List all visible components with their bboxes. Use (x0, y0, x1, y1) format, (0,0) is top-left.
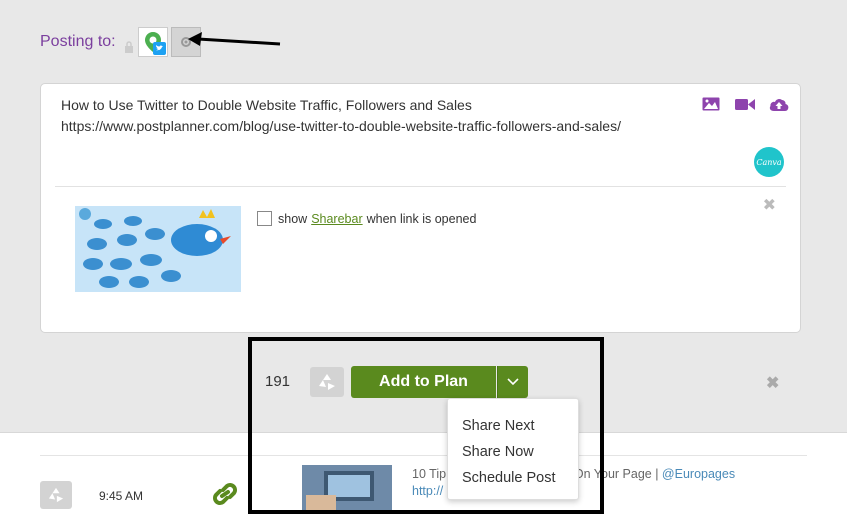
sharebar-checkbox[interactable] (257, 211, 272, 226)
post-text-area[interactable]: How to Use Twitter to Double Website Tra… (61, 95, 621, 137)
post-composer[interactable]: How to Use Twitter to Double Website Tra… (40, 83, 801, 333)
scheduled-source-link[interactable]: @Europages (662, 467, 735, 481)
link-preview-image (75, 206, 241, 292)
scheduled-recycle-button[interactable] (40, 481, 72, 509)
sharebar-suffix: when link is opened (366, 211, 477, 226)
link-icon (211, 481, 239, 512)
posting-to-label: Posting to: (40, 33, 116, 50)
scheduled-time: 9:45 AM (99, 489, 144, 503)
composer-divider (55, 186, 786, 187)
sharebar-option: show Sharebar when link is opened (257, 211, 476, 226)
sharebar-prefix: show (278, 211, 308, 226)
post-url-text: https://www.postplanner.com/blog/use-twi… (61, 118, 621, 134)
twitter-badge-icon (152, 42, 166, 55)
video-icon[interactable] (734, 96, 756, 112)
discard-post-icon[interactable]: ✖ (766, 373, 779, 393)
upload-cloud-icon[interactable] (768, 96, 790, 112)
recycle-icon (48, 487, 64, 503)
canva-button[interactable]: Canva (754, 147, 784, 177)
annotation-arrow (188, 32, 281, 46)
posting-to-row: Posting to: (40, 25, 201, 59)
post-title-text: How to Use Twitter to Double Website Tra… (61, 97, 472, 113)
remove-preview-icon[interactable]: ✖ (763, 195, 776, 215)
image-icon[interactable] (700, 96, 722, 112)
sharebar-link[interactable]: Sharebar (311, 212, 362, 226)
media-toolbar (700, 96, 790, 112)
lock-icon (124, 40, 134, 54)
annotation-highlight-box (248, 337, 604, 514)
profile-avatar[interactable] (137, 27, 168, 57)
